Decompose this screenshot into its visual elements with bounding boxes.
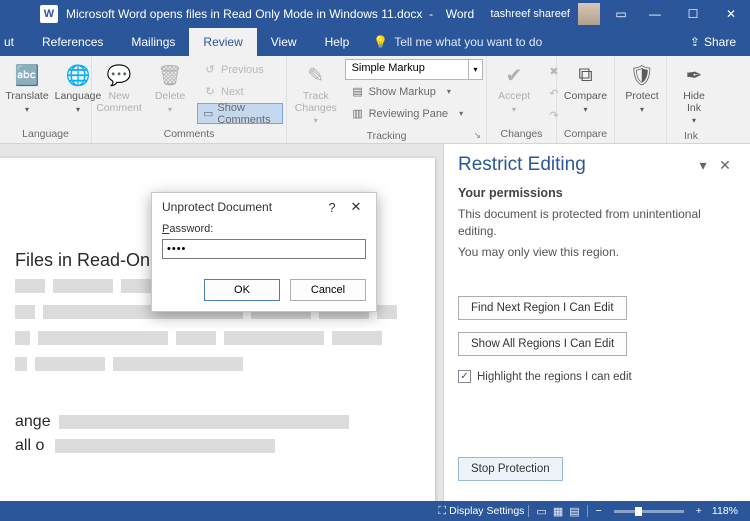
- document-partial-word: ange: [15, 413, 405, 431]
- word-app-icon: W: [40, 5, 58, 23]
- hide-ink-icon: ✒: [680, 61, 708, 89]
- group-label-compare: Compare: [560, 126, 611, 143]
- group-comments: 💬 New Comment 🗑 Delete ▾ ↺ Previous ↻ Ne…: [92, 56, 287, 143]
- dialog-close-icon[interactable]: ✕: [344, 199, 368, 215]
- group-label-ink: Ink: [670, 128, 712, 145]
- tab-references[interactable]: References: [28, 28, 117, 56]
- dialog-launcher-icon[interactable]: ↘: [473, 130, 481, 141]
- find-next-region-button[interactable]: Find Next Region I Can Edit: [458, 296, 627, 320]
- group-label-comments: Comments: [95, 126, 283, 143]
- permissions-desc-2: You may only view this region.: [458, 244, 736, 261]
- language-icon: 🌐: [64, 61, 92, 89]
- group-ink: ✒ Hide Ink ▾ Ink: [667, 56, 715, 143]
- pane-dropdown-icon[interactable]: ▾: [692, 157, 714, 174]
- share-button[interactable]: ⇪ Share: [676, 28, 750, 56]
- group-label-language: Language: [3, 126, 88, 143]
- minimize-button[interactable]: —: [636, 0, 674, 28]
- compare-button[interactable]: ⧉ Compare ▾: [560, 58, 611, 126]
- password-input[interactable]: [162, 239, 366, 259]
- translate-button[interactable]: 🔤 Translate ▾: [3, 58, 51, 126]
- restrict-editing-pane: Restrict Editing ▾ ✕ Your permissions Th…: [443, 144, 750, 501]
- group-label-changes: Changes: [490, 126, 553, 143]
- dialog-help-button[interactable]: ?: [320, 200, 344, 215]
- titlebar: W Microsoft Word opens files in Read Onl…: [0, 0, 750, 28]
- new-comment-icon: 💬: [105, 61, 133, 89]
- view-web-icon[interactable]: ▤: [566, 505, 582, 518]
- status-bar: ⛶ Display Settings ▭ ▦ ▤ − + 118%: [0, 501, 750, 521]
- next-icon: ↻: [203, 85, 217, 98]
- pane-close-icon[interactable]: ✕: [714, 157, 736, 174]
- tab-review[interactable]: Review: [189, 28, 256, 56]
- tab-view[interactable]: View: [257, 28, 311, 56]
- previous-comment-button[interactable]: ↺ Previous: [197, 59, 283, 80]
- highlight-regions-checkbox[interactable]: ✓ Highlight the regions I can edit: [458, 370, 736, 383]
- tell-me-search[interactable]: 💡 Tell me what you want to do: [363, 28, 552, 56]
- delete-comment-icon: 🗑: [156, 61, 184, 89]
- group-tracking: ✎ Track Changes ▾ Simple Markup ▾ ▤ Show…: [287, 56, 487, 143]
- pane-title: Restrict Editing: [458, 154, 692, 176]
- previous-icon: ↺: [203, 63, 217, 76]
- show-comments-button[interactable]: ▭ Show Comments: [197, 103, 283, 124]
- tab-mailings[interactable]: Mailings: [117, 28, 189, 56]
- compare-icon: ⧉: [572, 61, 600, 89]
- view-read-icon[interactable]: ▭: [533, 505, 549, 518]
- share-icon: ⇪: [690, 35, 700, 49]
- next-comment-button[interactable]: ↻ Next: [197, 81, 283, 102]
- track-changes-icon: ✎: [302, 61, 330, 89]
- chevron-down-icon[interactable]: ▾: [468, 60, 482, 79]
- display-settings-icon[interactable]: ⛶: [435, 505, 449, 518]
- group-changes: ✔ Accept ▾ ✖ ↶ ↷ Changes: [487, 56, 557, 143]
- group-compare: ⧉ Compare ▾ Compare: [557, 56, 615, 143]
- view-print-icon[interactable]: ▦: [550, 505, 566, 518]
- zoom-percentage[interactable]: 118%: [706, 505, 744, 517]
- tab-layout-partial[interactable]: ut: [0, 28, 28, 56]
- delete-comment-button[interactable]: 🗑 Delete ▾: [146, 58, 194, 126]
- dialog-title: Unprotect Document: [162, 200, 320, 214]
- checkbox-checked-icon: ✓: [458, 370, 471, 383]
- zoom-slider[interactable]: [614, 510, 684, 513]
- group-protect: 🛡 Protect ▾: [615, 56, 667, 143]
- ribbon-display-options-icon[interactable]: ▭: [606, 7, 636, 21]
- track-changes-button[interactable]: ✎ Track Changes ▾: [290, 58, 342, 128]
- show-comments-icon: ▭: [203, 107, 213, 120]
- display-settings-button[interactable]: Display Settings: [449, 505, 524, 517]
- tab-help[interactable]: Help: [311, 28, 364, 56]
- document-title: Microsoft Word opens files in Read Only …: [66, 7, 483, 21]
- user-avatar[interactable]: [578, 3, 600, 25]
- show-all-regions-button[interactable]: Show All Regions I Can Edit: [458, 332, 627, 356]
- accept-icon: ✔: [500, 61, 528, 89]
- signed-in-user[interactable]: tashreef shareef: [483, 8, 579, 20]
- permissions-desc-1: This document is protected from unintent…: [458, 206, 736, 240]
- group-label-protect: [618, 138, 663, 143]
- translate-icon: 🔤: [13, 61, 41, 89]
- zoom-out-button[interactable]: −: [592, 505, 606, 517]
- markup-mode-combo[interactable]: Simple Markup ▾: [345, 59, 483, 80]
- lightbulb-icon: 💡: [373, 35, 388, 49]
- reviewing-pane-icon: ▥: [351, 107, 365, 120]
- new-comment-button[interactable]: 💬 New Comment: [95, 58, 143, 126]
- document-partial-row: all o: [15, 437, 405, 455]
- group-label-tracking: Tracking ↘: [290, 128, 483, 145]
- ribbon-tabs: ut References Mailings Review View Help …: [0, 28, 750, 56]
- password-label: Password:: [162, 223, 366, 235]
- zoom-in-button[interactable]: +: [692, 505, 706, 517]
- close-button[interactable]: ✕: [712, 0, 750, 28]
- cancel-button[interactable]: Cancel: [290, 279, 366, 301]
- ok-button[interactable]: OK: [204, 279, 280, 301]
- reviewing-pane-button[interactable]: ▥ Reviewing Pane ▾: [345, 103, 483, 124]
- hide-ink-button[interactable]: ✒ Hide Ink ▾: [670, 58, 718, 128]
- group-language: 🔤 Translate ▾ 🌐 Language ▾ Language: [0, 56, 92, 143]
- protect-button[interactable]: 🛡 Protect ▾: [618, 58, 666, 138]
- ribbon: 🔤 Translate ▾ 🌐 Language ▾ Language 💬 Ne…: [0, 56, 750, 144]
- accept-button[interactable]: ✔ Accept ▾: [490, 58, 538, 126]
- show-markup-button[interactable]: ▤ Show Markup ▾: [345, 81, 483, 102]
- maximize-button[interactable]: ☐: [674, 0, 712, 28]
- show-markup-icon: ▤: [351, 85, 365, 98]
- protect-icon: 🛡: [628, 61, 656, 89]
- unprotect-document-dialog: Unprotect Document ? ✕ Password: OK Canc…: [151, 192, 377, 312]
- stop-protection-button[interactable]: Stop Protection: [458, 457, 563, 481]
- permissions-heading: Your permissions: [458, 186, 736, 200]
